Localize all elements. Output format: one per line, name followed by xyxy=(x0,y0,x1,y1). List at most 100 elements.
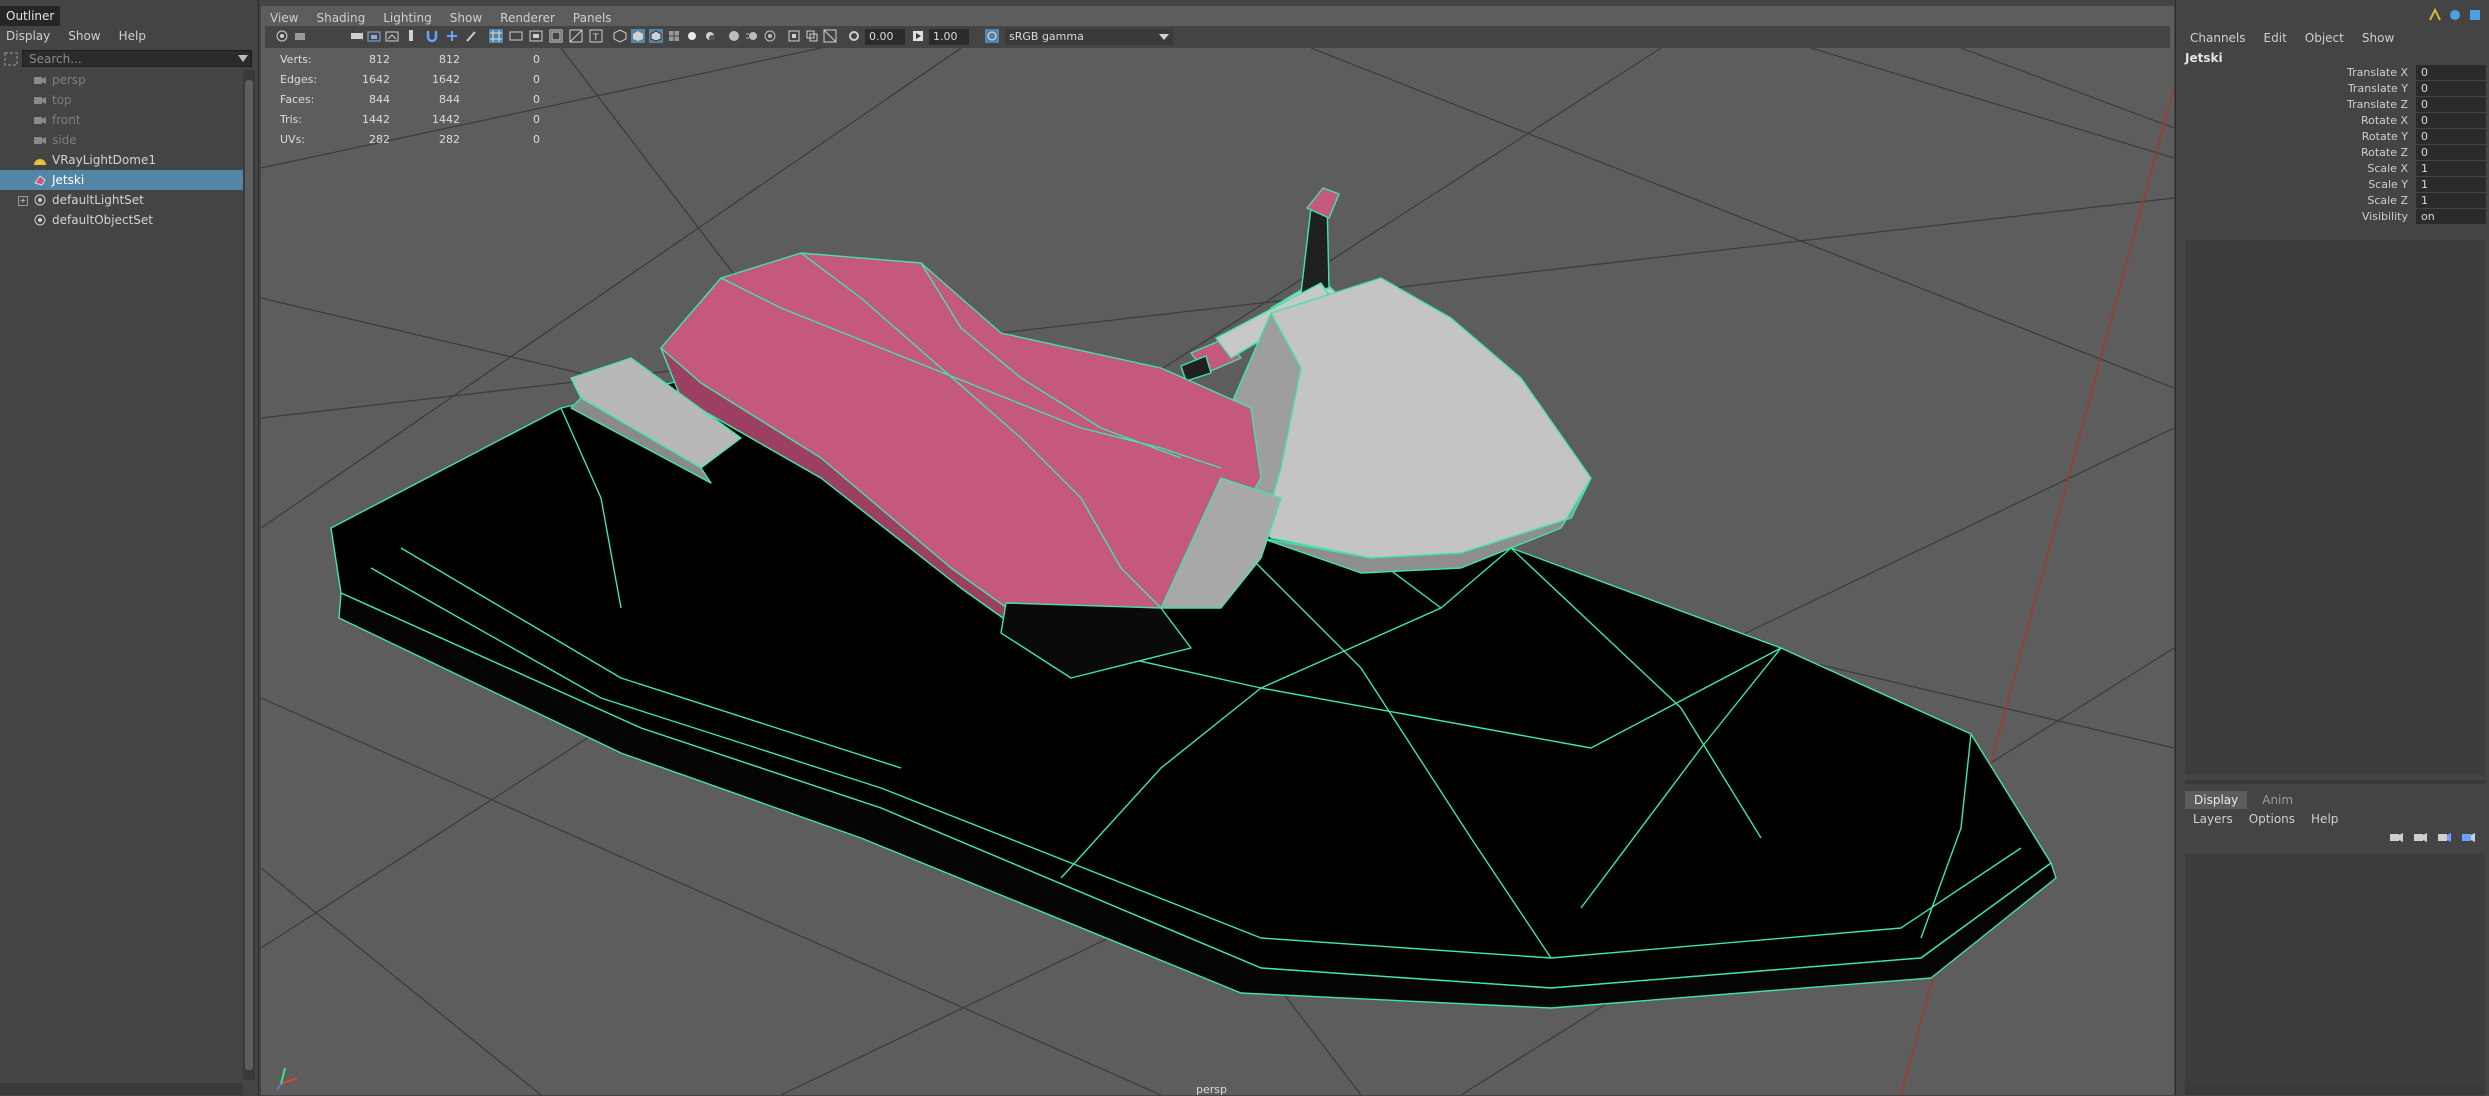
layer-menu-help[interactable]: Help xyxy=(2311,809,2338,829)
layer-horizontal-scrollbar[interactable] xyxy=(2185,1086,2485,1095)
attribute-editor-icon[interactable] xyxy=(2448,8,2462,22)
channel-row-rotate-y[interactable]: Rotate Y 0 xyxy=(2180,129,2486,145)
exposure-field[interactable]: 0.00 xyxy=(865,29,905,45)
outliner-scroll-thumb[interactable] xyxy=(245,80,253,1070)
image-plane-icon[interactable] xyxy=(367,29,381,43)
viewport-scene[interactable] xyxy=(261,48,2174,1095)
layer-menu-layers[interactable]: Layers xyxy=(2193,809,2233,829)
channel-box-menu-channels[interactable]: Channels xyxy=(2190,28,2246,48)
hud-v1: 1642 xyxy=(362,73,390,86)
outliner-menu-bar: Display Show Help xyxy=(0,26,258,46)
channel-box-menu-edit[interactable]: Edit xyxy=(2264,28,2287,48)
channel-value-field[interactable]: 0 xyxy=(2416,145,2486,160)
outliner-item-top[interactable]: top xyxy=(0,90,243,110)
viewport-menu-panels[interactable]: Panels xyxy=(573,8,612,28)
smooth-shade-icon[interactable] xyxy=(631,29,645,43)
screen-space-ao-icon[interactable] xyxy=(727,29,741,43)
viewport-menu-view[interactable]: View xyxy=(270,8,298,28)
grease-pencil-icon[interactable] xyxy=(405,29,419,43)
color-management-icon[interactable] xyxy=(985,29,999,43)
gamma-field[interactable]: 1.00 xyxy=(929,29,969,45)
expand-icon[interactable]: + xyxy=(18,196,28,206)
outliner-item-jetski[interactable]: Jetski xyxy=(0,170,243,190)
channel-value-field[interactable]: 0 xyxy=(2416,81,2486,96)
channel-row-rotate-z[interactable]: Rotate Z 0 xyxy=(2180,145,2486,161)
outliner-item-front[interactable]: front xyxy=(0,110,243,130)
modeling-toolkit-icon[interactable] xyxy=(2428,8,2442,22)
gate-mask-icon[interactable] xyxy=(549,29,563,43)
layer-tab-anim[interactable]: Anim xyxy=(2253,791,2302,809)
chevron-down-icon[interactable] xyxy=(238,55,248,63)
outliner-item-label: persp xyxy=(52,73,86,87)
select-camera-icon[interactable] xyxy=(275,29,289,43)
search-options-icon[interactable] xyxy=(4,52,18,66)
use-all-lights-icon[interactable] xyxy=(685,29,699,43)
wireframe-icon[interactable] xyxy=(613,29,627,43)
gamma-icon[interactable] xyxy=(911,29,925,43)
channel-value-field[interactable]: 0 xyxy=(2416,97,2486,112)
new-layer-icon[interactable] xyxy=(2436,830,2452,844)
channel-row-scale-x[interactable]: Scale X 1 xyxy=(2180,161,2486,177)
channel-box-menu-show[interactable]: Show xyxy=(2362,28,2394,48)
panel-resize-handle[interactable] xyxy=(2185,780,2485,784)
film-gate-icon[interactable] xyxy=(509,29,523,43)
shaded-wireframe-icon[interactable] xyxy=(649,29,663,43)
channel-value-field[interactable]: 0 xyxy=(2416,129,2486,144)
multisample-aa-icon[interactable] xyxy=(763,29,777,43)
outliner-horizontal-scrollbar[interactable] xyxy=(0,1083,243,1095)
outliner-menu-display[interactable]: Display xyxy=(6,26,50,46)
textured-icon[interactable] xyxy=(667,29,681,43)
channel-row-scale-z[interactable]: Scale Z 1 xyxy=(2180,193,2486,209)
move-layer-up-icon[interactable] xyxy=(2388,830,2404,844)
xray-icon[interactable] xyxy=(805,29,819,43)
channel-row-scale-y[interactable]: Scale Y 1 xyxy=(2180,177,2486,193)
channel-row-rotate-x[interactable]: Rotate X 0 xyxy=(2180,113,2486,129)
move-layer-down-icon[interactable] xyxy=(2412,830,2428,844)
color-space-dropdown[interactable]: sRGB gamma xyxy=(1005,29,1173,45)
channel-value-field[interactable]: 1 xyxy=(2416,161,2486,176)
channel-value-field[interactable]: 1 xyxy=(2416,177,2486,192)
camera-attributes-icon[interactable] xyxy=(293,29,307,43)
magnet-icon[interactable] xyxy=(425,29,439,43)
layer-menu-options[interactable]: Options xyxy=(2249,809,2295,829)
viewport-menu-lighting[interactable]: Lighting xyxy=(383,8,432,28)
outliner-search-input[interactable] xyxy=(22,50,252,67)
grid-toggle-icon[interactable] xyxy=(489,29,503,43)
outliner-item-defaultobjectset[interactable]: defaultObjectSet xyxy=(0,210,243,230)
viewport-menu-shading[interactable]: Shading xyxy=(316,8,365,28)
outliner-menu-help[interactable]: Help xyxy=(119,26,146,46)
channel-value-field[interactable]: 0 xyxy=(2416,65,2486,80)
channel-row-translate-x[interactable]: Translate X 0 xyxy=(2180,65,2486,81)
resolution-gate-icon[interactable] xyxy=(529,29,543,43)
outliner-tab[interactable]: Outliner xyxy=(0,6,61,26)
xray-joints-icon[interactable] xyxy=(823,29,837,43)
channel-row-translate-y[interactable]: Translate Y 0 xyxy=(2180,81,2486,97)
outliner-menu-show[interactable]: Show xyxy=(68,26,100,46)
motion-blur-icon[interactable] xyxy=(745,29,759,43)
channel-value-field[interactable]: on xyxy=(2416,209,2486,224)
bookmark-icon[interactable] xyxy=(349,29,363,43)
snap-icon[interactable] xyxy=(445,29,459,43)
outliner-item-defaultlightset[interactable]: + defaultLightSet xyxy=(0,190,243,210)
safe-action-icon[interactable]: T xyxy=(589,29,603,43)
viewport-menu-show[interactable]: Show xyxy=(450,8,482,28)
outliner-item-side[interactable]: side xyxy=(0,130,243,150)
channel-box-menu-object[interactable]: Object xyxy=(2305,28,2344,48)
two-d-pan-icon[interactable] xyxy=(385,29,399,43)
brush-icon[interactable] xyxy=(465,29,479,43)
channel-value-field[interactable]: 1 xyxy=(2416,193,2486,208)
field-chart-icon[interactable] xyxy=(569,29,583,43)
layer-tab-display[interactable]: Display xyxy=(2185,791,2248,809)
outliner-item-persp[interactable]: persp xyxy=(0,70,243,90)
isolate-select-icon[interactable] xyxy=(787,29,801,43)
tool-settings-icon[interactable] xyxy=(2468,8,2482,22)
channel-row-visibility[interactable]: Visibility on xyxy=(2180,209,2486,225)
hud-label: UVs: xyxy=(280,133,306,146)
viewport-menu-renderer[interactable]: Renderer xyxy=(500,8,555,28)
outliner-item-vraylightdome1[interactable]: VRayLightDome1 xyxy=(0,150,243,170)
shadows-icon[interactable] xyxy=(703,29,717,43)
exposure-icon[interactable] xyxy=(847,29,861,43)
channel-row-translate-z[interactable]: Translate Z 0 xyxy=(2180,97,2486,113)
channel-value-field[interactable]: 0 xyxy=(2416,113,2486,128)
new-layer-selected-icon[interactable] xyxy=(2460,830,2476,844)
